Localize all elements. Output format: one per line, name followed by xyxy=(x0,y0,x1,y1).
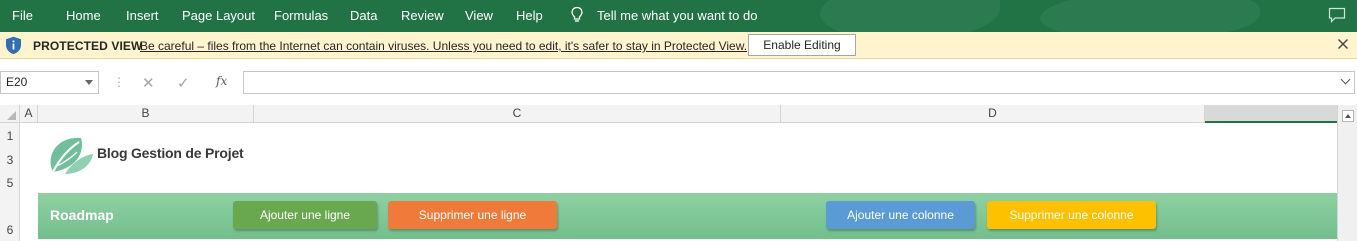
tab-formulas[interactable]: Formulas xyxy=(274,8,328,23)
resize-handle-icon[interactable]: ⋮ xyxy=(113,75,125,89)
shield-info-icon xyxy=(6,36,21,55)
tab-review[interactable]: Review xyxy=(401,8,444,23)
add-row-button[interactable]: Ajouter une ligne xyxy=(233,201,377,229)
tab-view[interactable]: View xyxy=(465,8,493,23)
delete-row-button[interactable]: Supprimer une ligne xyxy=(388,201,557,229)
tab-home[interactable]: Home xyxy=(66,8,101,23)
lightbulb-icon xyxy=(571,6,583,22)
row-header-5[interactable]: 5 xyxy=(0,176,20,190)
column-header-selected[interactable] xyxy=(1205,105,1337,123)
tab-help[interactable]: Help xyxy=(516,8,543,23)
arrow-up-icon xyxy=(1345,114,1351,118)
brand-title: Blog Gestion de Projet xyxy=(97,145,244,161)
row-header-1[interactable]: 1 xyxy=(0,129,20,143)
close-icon[interactable] xyxy=(1336,37,1350,51)
comment-icon[interactable] xyxy=(1328,7,1346,23)
formula-bar: E20 ⋮ ✕ ✓ fx xyxy=(0,59,1357,105)
insert-function-button[interactable]: fx xyxy=(216,74,227,88)
vertical-scrollbar[interactable] xyxy=(1337,105,1357,241)
enter-check-icon[interactable]: ✓ xyxy=(177,74,190,92)
formula-input[interactable] xyxy=(243,71,1355,94)
column-header-b[interactable]: B xyxy=(38,105,254,123)
row-header-6[interactable]: 6 xyxy=(0,223,20,237)
expand-chevron-icon[interactable] xyxy=(1340,74,1351,85)
delete-column-button[interactable]: Supprimer une colonne xyxy=(987,201,1156,229)
tell-me-search[interactable]: Tell me what you want to do xyxy=(597,8,757,23)
leaf-logo-icon xyxy=(50,137,93,174)
name-box-value: E20 xyxy=(6,75,28,89)
protected-view-bar: PROTECTED VIEW Be careful – files from t… xyxy=(0,32,1357,59)
roadmap-label: Roadmap xyxy=(50,207,114,223)
tab-page-layout[interactable]: Page Layout xyxy=(182,8,255,23)
row-headers: 1 3 5 6 xyxy=(0,123,20,241)
row-header-3[interactable]: 3 xyxy=(0,153,20,167)
column-header-a[interactable]: A xyxy=(20,105,38,123)
scroll-up-button[interactable] xyxy=(1342,110,1354,122)
select-all-triangle-icon xyxy=(7,111,16,120)
column-headers: A B C D xyxy=(0,105,1357,123)
tab-file[interactable]: File xyxy=(12,8,33,23)
column-header-d[interactable]: D xyxy=(781,105,1205,123)
column-header-c[interactable]: C xyxy=(254,105,781,123)
tab-data[interactable]: Data xyxy=(350,8,377,23)
ribbon-menu-bar: File Home Insert Page Layout Formulas Da… xyxy=(0,0,1357,40)
select-all-button[interactable] xyxy=(0,105,20,123)
name-box[interactable]: E20 xyxy=(0,71,99,94)
enable-editing-button[interactable]: Enable Editing xyxy=(748,34,856,56)
roadmap-header-band: Roadmap Ajouter une ligne Supprimer une … xyxy=(38,193,1337,239)
tab-insert[interactable]: Insert xyxy=(126,8,159,23)
cancel-icon[interactable]: ✕ xyxy=(142,74,155,92)
protected-view-title: PROTECTED VIEW xyxy=(33,39,143,53)
add-column-button[interactable]: Ajouter une colonne xyxy=(826,201,975,229)
chevron-down-icon[interactable] xyxy=(85,80,93,85)
protected-view-message-link[interactable]: Be careful – files from the Internet can… xyxy=(140,39,747,53)
worksheet[interactable]: Blog Gestion de Projet Roadmap Ajouter u… xyxy=(21,123,1337,241)
